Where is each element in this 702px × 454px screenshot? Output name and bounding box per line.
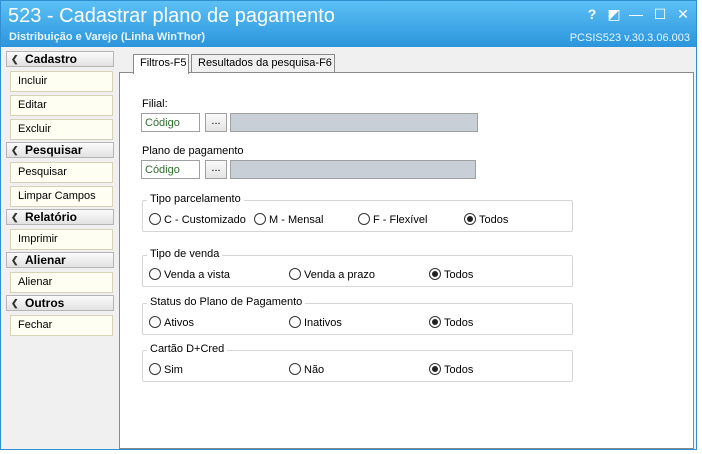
main-panel: Filtros-F5 Resultados da pesquisa-F6 Fil…	[119, 51, 694, 449]
group-alienar[interactable]: ❮ Alienar	[6, 252, 114, 268]
minimize-icon[interactable]: —	[627, 5, 645, 23]
filial-lookup-button[interactable]: ...	[205, 113, 227, 132]
status-plano-title: Status do Plano de Pagamento	[147, 296, 306, 308]
radio-inativos[interactable]: Inativos	[289, 316, 342, 330]
radio-checked-icon	[464, 213, 476, 225]
cartao-title: Cartão D+Cred	[147, 343, 228, 355]
maximize-icon[interactable]: ☐	[651, 5, 669, 23]
chevron-up-icon: ❮	[11, 145, 19, 155]
radio-venda-vista-label: Venda a vista	[164, 269, 231, 281]
fechar-button[interactable]: Fechar	[10, 315, 113, 336]
radio-cartao-todos[interactable]: Todos	[429, 363, 473, 377]
plano-label: Plano de pagamento	[142, 145, 244, 157]
plano-lookup-button[interactable]: ...	[205, 160, 227, 179]
tipo-venda-group: Tipo de venda Venda a vista Venda a praz…	[142, 248, 573, 287]
radio-sim-label: Sim	[164, 364, 183, 376]
plano-description-field	[230, 160, 476, 179]
help-icon[interactable]: ?	[583, 5, 601, 23]
chevron-up-icon: ❮	[11, 212, 19, 222]
radio-parcelamento-todos-label: Todos	[479, 214, 509, 226]
window-title: 523 - Cadastrar plano de pagamento	[8, 5, 335, 27]
alienar-button[interactable]: Alienar	[10, 272, 113, 293]
group-relatorio[interactable]: ❮ Relatório	[6, 209, 114, 225]
radio-circle-icon	[149, 213, 161, 225]
radio-venda-prazo[interactable]: Venda a prazo	[289, 268, 375, 282]
radio-mensal[interactable]: M - Mensal	[254, 213, 323, 227]
radio-circle-icon	[149, 316, 161, 328]
tab-filtros[interactable]: Filtros-F5	[133, 54, 189, 74]
version-label: PCSIS523 v.30.3.06.003	[569, 32, 690, 44]
radio-ativos[interactable]: Ativos	[149, 316, 194, 330]
radio-circle-icon	[149, 268, 161, 280]
radio-sim[interactable]: Sim	[149, 363, 183, 377]
imprimir-button[interactable]: Imprimir	[10, 229, 113, 250]
radio-ativos-label: Ativos	[164, 317, 194, 329]
filtros-panel: Filial: ... Plano de pagamento ... Tipo …	[119, 72, 694, 449]
limpar-campos-button[interactable]: Limpar Campos	[10, 186, 113, 207]
chevron-up-icon: ❮	[11, 298, 19, 308]
group-cadastro-label: Cadastro	[25, 52, 78, 66]
tipo-parcelamento-title: Tipo parcelamento	[147, 193, 244, 205]
excluir-button[interactable]: Excluir	[10, 119, 113, 140]
group-relatorio-label: Relatório	[25, 210, 78, 224]
filial-code-input[interactable]	[141, 113, 200, 132]
radio-flexivel-label: F - Flexível	[373, 214, 428, 226]
filial-description-field	[230, 113, 478, 132]
status-plano-group: Status do Plano de Pagamento Ativos Inat…	[142, 296, 573, 335]
radio-cartao-todos-label: Todos	[444, 364, 474, 376]
group-pesquisar[interactable]: ❮ Pesquisar	[6, 142, 114, 158]
restore-icon[interactable]: ◩	[605, 5, 623, 23]
close-icon[interactable]: ✕	[674, 5, 692, 23]
radio-venda-todos[interactable]: Todos	[429, 268, 473, 282]
radio-customizado[interactable]: C - Customizado	[149, 213, 246, 227]
group-outros-label: Outros	[25, 296, 65, 310]
tipo-parcelamento-group: Tipo parcelamento C - Customizado M - Me…	[142, 193, 573, 232]
chevron-up-icon: ❮	[11, 255, 19, 265]
radio-circle-icon	[149, 363, 161, 375]
radio-status-todos-label: Todos	[444, 317, 474, 329]
incluir-button[interactable]: Incluir	[10, 71, 113, 92]
radio-circle-icon	[289, 316, 301, 328]
radio-circle-icon	[289, 363, 301, 375]
pesquisar-button[interactable]: Pesquisar	[10, 162, 113, 183]
group-cadastro[interactable]: ❮ Cadastro	[6, 51, 114, 67]
radio-parcelamento-todos[interactable]: Todos	[464, 213, 508, 227]
radio-circle-icon	[289, 268, 301, 280]
group-outros[interactable]: ❮ Outros	[6, 295, 114, 311]
radio-venda-todos-label: Todos	[444, 269, 474, 281]
cartao-group: Cartão D+Cred Sim Não Todos	[142, 343, 573, 382]
radio-flexivel[interactable]: F - Flexível	[358, 213, 427, 227]
plano-code-input[interactable]	[141, 160, 200, 179]
editar-button[interactable]: Editar	[10, 95, 113, 116]
filial-label: Filial:	[142, 98, 168, 110]
chevron-up-icon: ❮	[11, 54, 19, 64]
radio-checked-icon	[429, 316, 441, 328]
group-alienar-label: Alienar	[25, 253, 66, 267]
radio-checked-icon	[429, 268, 441, 280]
radio-venda-prazo-label: Venda a prazo	[304, 269, 375, 281]
title-bar: 523 - Cadastrar plano de pagamento Distr…	[1, 1, 696, 47]
radio-mensal-label: M - Mensal	[269, 214, 324, 226]
app-window: 523 - Cadastrar plano de pagamento Distr…	[0, 0, 697, 450]
radio-status-todos[interactable]: Todos	[429, 316, 473, 330]
tab-resultados-pesquisa[interactable]: Resultados da pesquisa-F6	[191, 54, 335, 73]
radio-circle-icon	[358, 213, 370, 225]
group-pesquisar-label: Pesquisar	[25, 143, 83, 157]
radio-nao-label: Não	[304, 364, 325, 376]
radio-venda-vista[interactable]: Venda a vista	[149, 268, 230, 282]
window-subtitle: Distribuição e Varejo (Linha WinThor)	[9, 31, 206, 43]
radio-checked-icon	[429, 363, 441, 375]
radio-inativos-label: Inativos	[304, 317, 342, 329]
radio-customizado-label: C - Customizado	[164, 214, 246, 226]
tipo-venda-title: Tipo de venda	[147, 248, 223, 260]
radio-circle-icon	[254, 213, 266, 225]
radio-nao[interactable]: Não	[289, 363, 324, 377]
